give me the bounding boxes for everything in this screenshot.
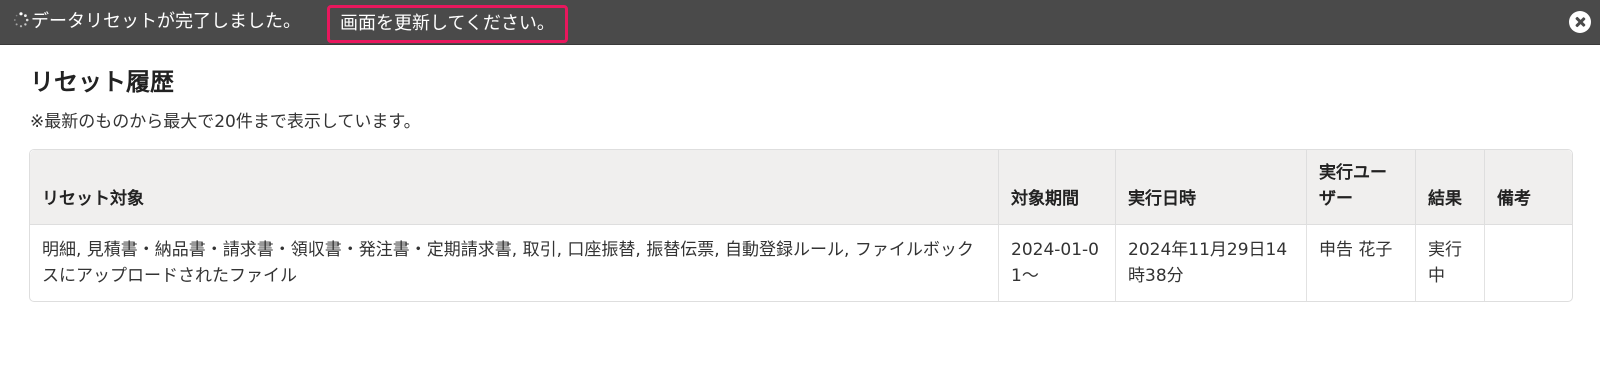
loading-spinner-icon <box>13 12 29 28</box>
notification-bar: データリセットが完了しました。 画面を更新してください。 <box>0 0 1600 45</box>
cell-period: 2024-01-01～ <box>999 225 1116 301</box>
column-header-target: リセット対象 <box>30 150 999 225</box>
notification-message: データリセットが完了しました。 <box>31 11 301 32</box>
page-title: リセット履歴 <box>30 68 174 96</box>
cell-user: 申告 花子 <box>1307 225 1416 301</box>
column-header-result: 結果 <box>1416 150 1485 225</box>
reset-history-table: リセット対象 対象期間 実行日時 実行ユーザー 結果 備考 明細, 見積書・納品… <box>29 149 1573 302</box>
page-note: ※最新のものから最大で20件まで表示しています。 <box>30 112 421 132</box>
cell-result: 実行中 <box>1416 225 1485 301</box>
column-header-executed-at: 実行日時 <box>1116 150 1307 225</box>
table-row: 明細, 見積書・納品書・請求書・領収書・発注書・定期請求書, 取引, 口座振替,… <box>30 225 1572 301</box>
close-icon[interactable] <box>1569 11 1591 33</box>
table-header-row: リセット対象 対象期間 実行日時 実行ユーザー 結果 備考 <box>30 150 1572 225</box>
cell-remarks <box>1485 225 1572 301</box>
column-header-user: 実行ユーザー <box>1307 150 1416 225</box>
column-header-period: 対象期間 <box>999 150 1116 225</box>
column-header-remarks: 備考 <box>1485 150 1572 225</box>
refresh-page-link[interactable]: 画面を更新してください。 <box>327 5 568 43</box>
cell-executed-at: 2024年11月29日14時38分 <box>1116 225 1307 301</box>
cell-target: 明細, 見積書・納品書・請求書・領収書・発注書・定期請求書, 取引, 口座振替,… <box>30 225 999 301</box>
